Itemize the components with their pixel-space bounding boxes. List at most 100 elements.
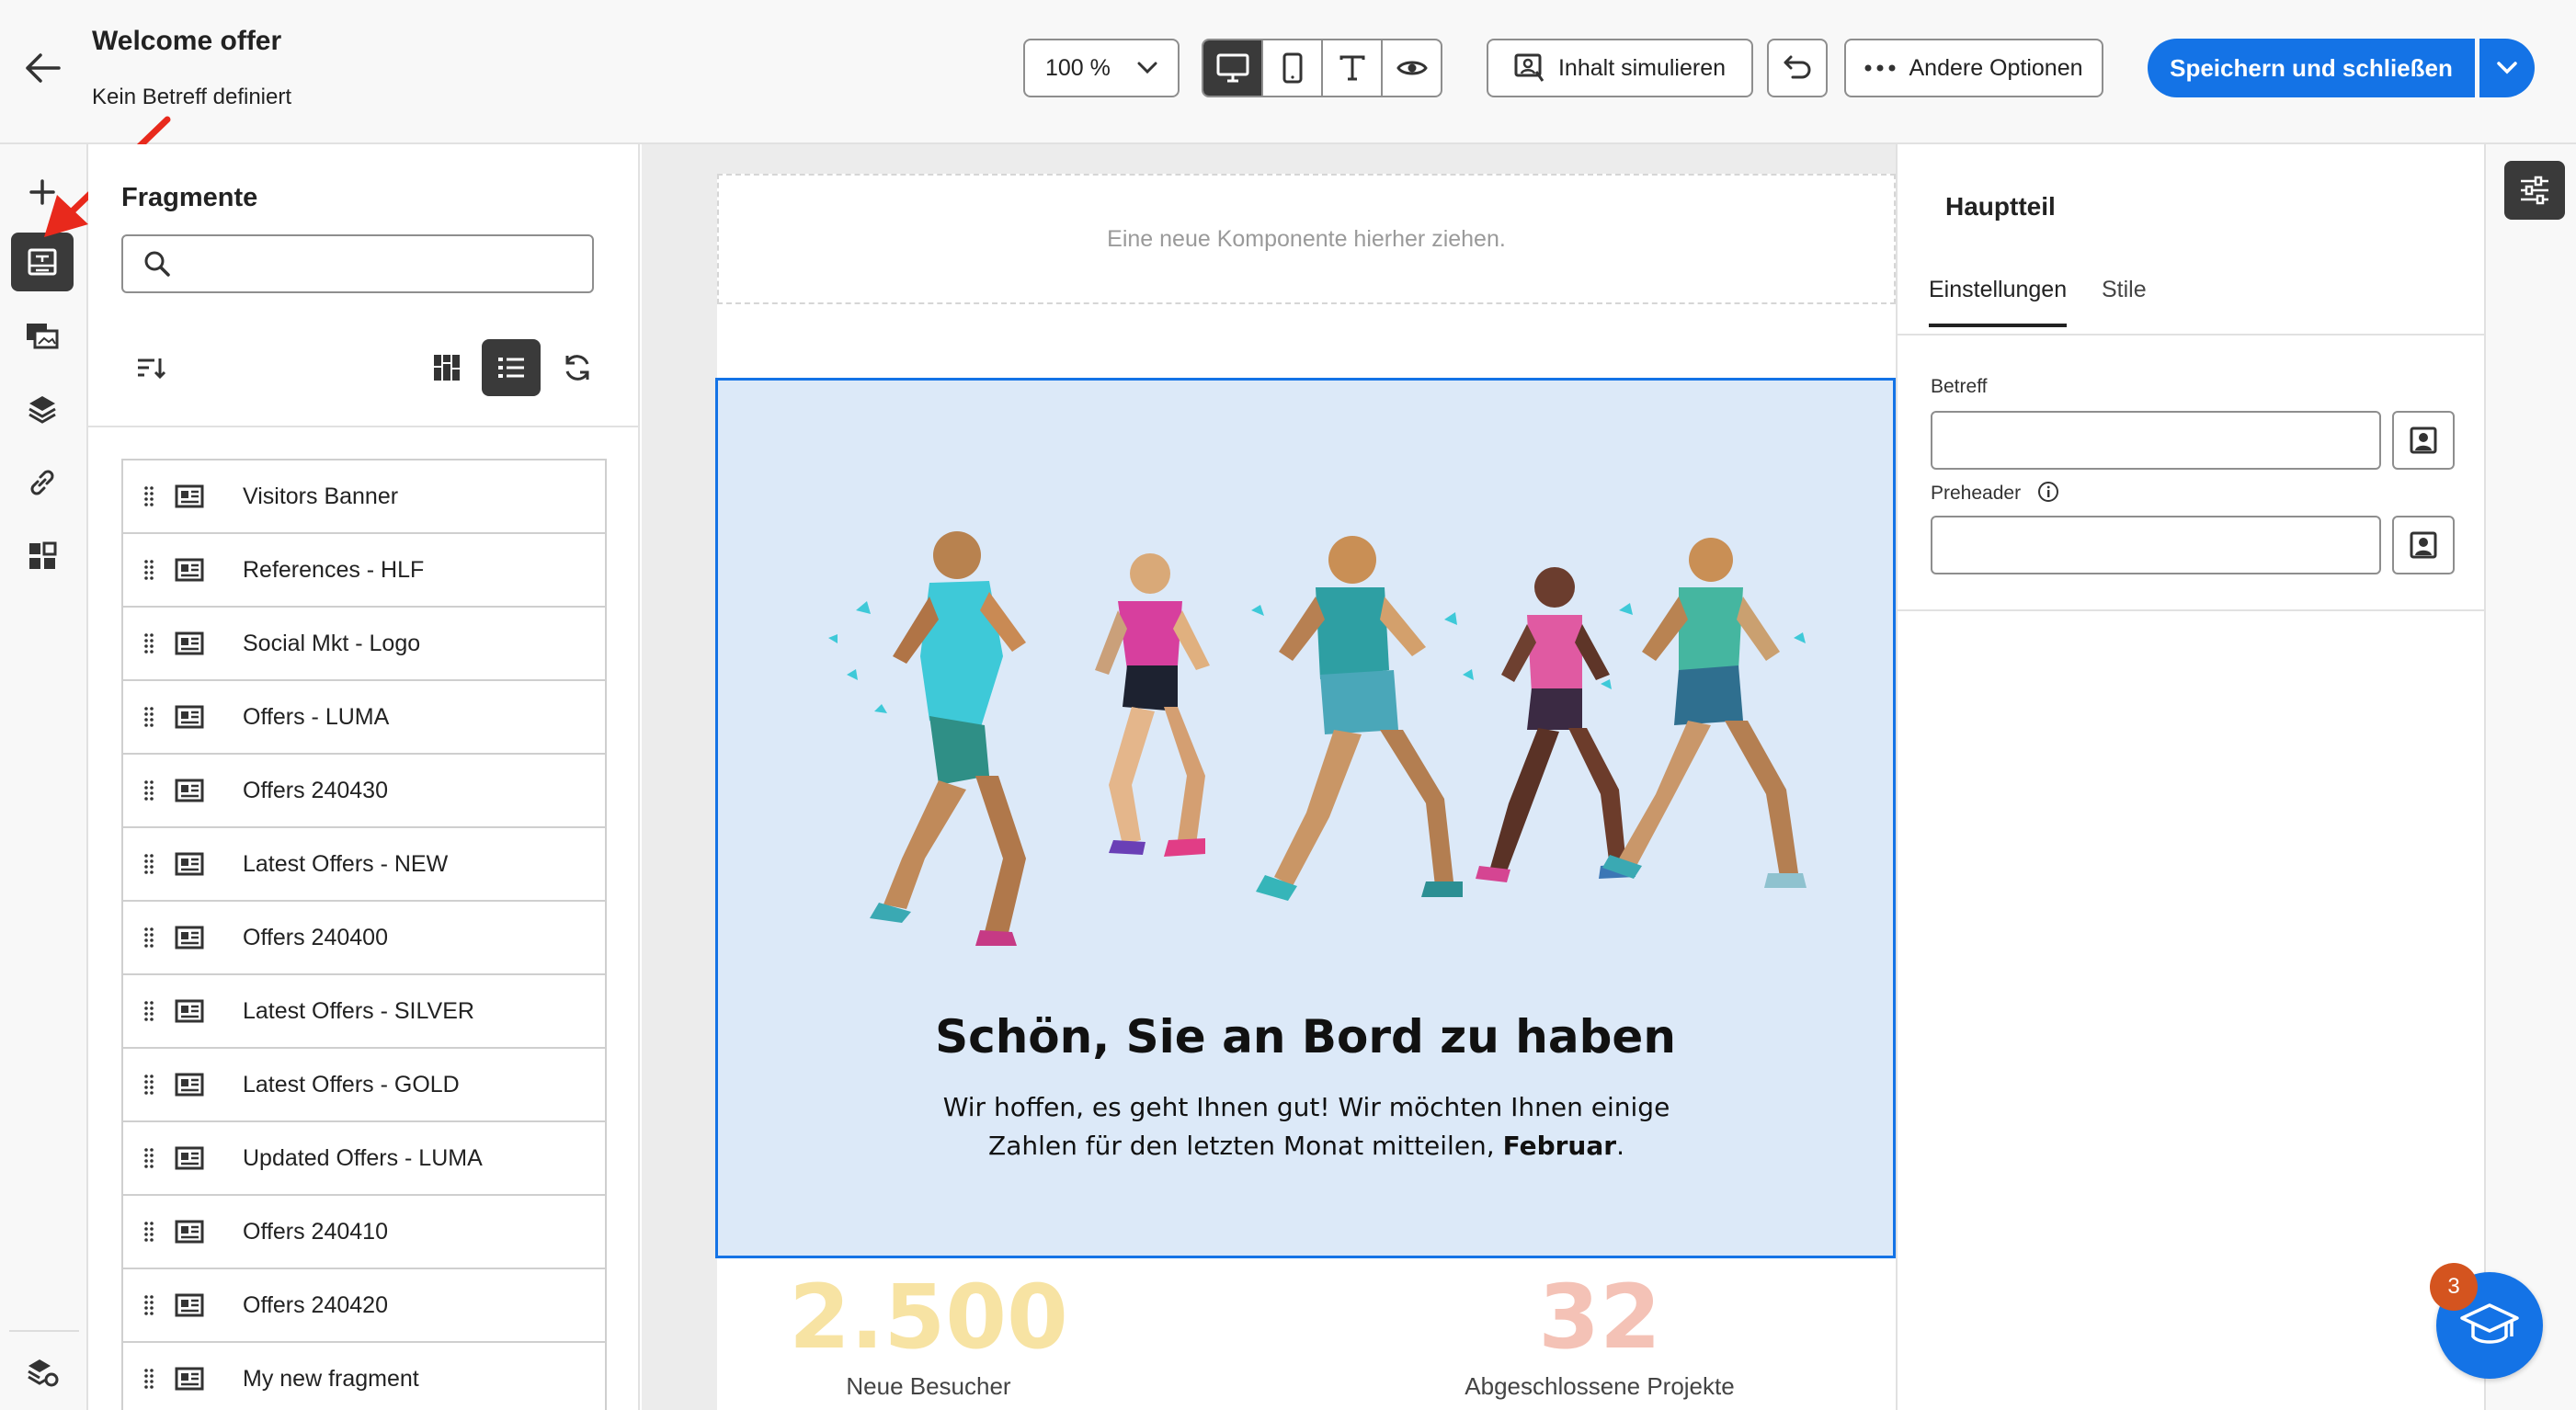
component-dropzone[interactable]: Eine neue Komponente hierher ziehen. — [717, 174, 1896, 304]
preheader-personalize-button[interactable] — [2392, 516, 2455, 574]
list-item[interactable]: Offers 240410 — [123, 1196, 605, 1269]
fragment-name: Offers 240400 — [243, 924, 388, 950]
tab-styles[interactable]: Stile — [2102, 277, 2147, 324]
list-item[interactable]: Offers 240420 — [123, 1269, 605, 1343]
info-icon[interactable] — [2037, 481, 2059, 503]
layers-button[interactable] — [11, 380, 74, 438]
list-item[interactable]: Social Mkt - Logo — [123, 608, 605, 681]
email-canvas: Eine neue Komponente hierher ziehen. Sch… — [642, 144, 1896, 1410]
eye-icon — [1396, 61, 1428, 75]
list-view-button[interactable] — [482, 339, 541, 396]
drag-handle-icon[interactable] — [136, 707, 162, 727]
fragment-name: Latest Offers - GOLD — [243, 1071, 460, 1097]
runners-illustration — [828, 531, 1807, 946]
layers-settings-button[interactable] — [11, 1343, 74, 1402]
drag-handle-icon[interactable] — [136, 1295, 162, 1315]
save-dropdown-button[interactable] — [2479, 39, 2535, 97]
save-and-close-button[interactable]: Speichern und schließen — [2148, 39, 2475, 97]
list-item[interactable]: Latest Offers - SILVER — [123, 975, 605, 1049]
stat-projects: 32 Abgeschlossene Projekte — [1443, 1266, 1756, 1401]
more-options-label: Andere Optionen — [1909, 54, 2083, 81]
hero-section[interactable]: Schön, Sie an Bord zu haben Wir hoffen, … — [715, 378, 1896, 1258]
mobile-view-button[interactable] — [1263, 40, 1323, 96]
tile-view-icon — [434, 355, 460, 381]
more-icon — [1864, 64, 1896, 72]
preview-button[interactable] — [1383, 40, 1441, 96]
drag-handle-icon[interactable] — [136, 854, 162, 874]
fragment-item-icon — [171, 631, 208, 655]
subject-field[interactable] — [1931, 411, 2381, 470]
more-options-button[interactable]: Andere Optionen — [1844, 39, 2103, 97]
fragment-item-icon — [171, 779, 208, 802]
drag-handle-icon[interactable] — [136, 560, 162, 580]
list-item[interactable]: Offers 240400 — [123, 902, 605, 975]
desktop-view-button[interactable] — [1203, 40, 1263, 96]
list-item[interactable]: My new fragment — [123, 1343, 605, 1410]
list-item[interactable]: Visitors Banner — [123, 461, 605, 534]
fragment-item-icon — [171, 1073, 208, 1097]
components-button[interactable] — [11, 527, 74, 586]
list-item[interactable]: Offers - LUMA — [123, 681, 605, 755]
list-item[interactable]: Offers 240430 — [123, 755, 605, 828]
fragment-item-icon — [171, 852, 208, 876]
preheader-field[interactable] — [1931, 516, 2381, 574]
fragment-item-icon — [171, 1293, 208, 1317]
fragment-item-icon — [171, 705, 208, 729]
fragment-name: Offers 240420 — [243, 1291, 388, 1318]
hero-text: Wir hoffen, es geht Ihnen gut! Wir möcht… — [920, 1088, 1693, 1166]
fragment-name: Updated Offers - LUMA — [243, 1144, 483, 1171]
drag-handle-icon[interactable] — [136, 927, 162, 948]
drag-handle-icon[interactable] — [136, 1369, 162, 1389]
fragment-name: Offers - LUMA — [243, 703, 390, 730]
fragment-search[interactable] — [121, 234, 594, 293]
search-icon — [144, 251, 170, 277]
undo-button[interactable] — [1767, 39, 1828, 97]
drag-handle-icon[interactable] — [136, 780, 162, 801]
hero-text-end: . — [1616, 1131, 1624, 1161]
tabs-divider — [1898, 334, 2486, 335]
simulate-content-button[interactable]: Inhalt simulieren — [1487, 39, 1753, 97]
drag-handle-icon[interactable] — [136, 633, 162, 654]
zoom-value: 100 % — [1045, 54, 1111, 81]
stat-visitors: 2.500 Neue Besucher — [781, 1266, 1076, 1401]
zoom-select[interactable]: 100 % — [1023, 39, 1180, 97]
drag-handle-icon[interactable] — [136, 486, 162, 506]
assets-button[interactable] — [11, 306, 74, 365]
fragment-item-icon — [171, 484, 208, 508]
back-button[interactable] — [20, 48, 64, 88]
list-item[interactable]: Latest Offers - NEW — [123, 828, 605, 902]
chevron-down-icon — [2497, 62, 2517, 74]
stat-value: 32 — [1538, 1266, 1661, 1369]
drag-handle-icon[interactable] — [136, 1222, 162, 1242]
fragments-panel: Fragmente Visitors Banner References - H… — [88, 144, 640, 1410]
tile-view-button[interactable] — [417, 339, 476, 396]
list-item[interactable]: Updated Offers - LUMA — [123, 1122, 605, 1196]
drag-handle-icon[interactable] — [136, 1001, 162, 1021]
fragment-item-icon — [171, 558, 208, 582]
fragment-name: Visitors Banner — [243, 483, 399, 509]
arrow-left-icon — [26, 53, 61, 83]
tab-settings[interactable]: Einstellungen — [1929, 277, 2068, 327]
device-switcher — [1202, 39, 1442, 97]
fragments-title: Fragmente — [121, 183, 258, 212]
notification-badge: 3 — [2430, 1263, 2478, 1311]
text-view-button[interactable] — [1323, 40, 1383, 96]
fragment-name: Latest Offers - NEW — [243, 850, 449, 877]
stat-label: Abgeschlossene Projekte — [1465, 1372, 1735, 1400]
links-button[interactable] — [11, 453, 74, 512]
simulate-label: Inhalt simulieren — [1557, 54, 1727, 81]
search-input[interactable] — [184, 241, 592, 287]
hero-title: Schön, Sie an Bord zu haben — [935, 1010, 1676, 1063]
subject-personalize-button[interactable] — [2392, 411, 2455, 470]
fragment-item-icon — [171, 1367, 208, 1391]
stat-label: Neue Besucher — [846, 1372, 1011, 1400]
chevron-down-icon — [1137, 62, 1157, 74]
refresh-button[interactable] — [548, 339, 607, 396]
list-item[interactable]: Latest Offers - GOLD — [123, 1049, 605, 1122]
list-item[interactable]: References - HLF — [123, 534, 605, 608]
drag-handle-icon[interactable] — [136, 1148, 162, 1168]
drag-handle-icon[interactable] — [136, 1075, 162, 1095]
properties-toggle-button[interactable] — [2504, 161, 2565, 220]
mobile-icon — [1282, 52, 1302, 84]
sort-button[interactable] — [121, 339, 180, 396]
